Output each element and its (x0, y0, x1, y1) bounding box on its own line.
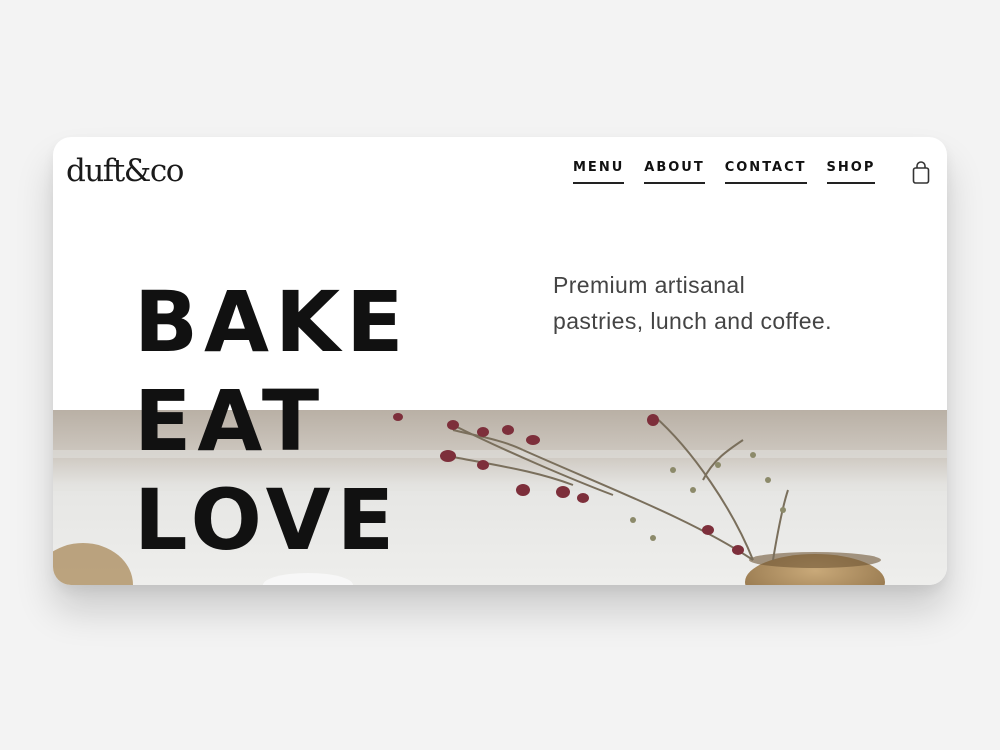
tagline-line-2: pastries, lunch and coffee. (553, 308, 832, 334)
brand-logo[interactable]: duft&co (66, 149, 184, 193)
hero-headline: BAKE EAT LOVE (134, 273, 410, 570)
hero-tagline: Premium artisanal pastries, lunch and co… (553, 267, 832, 339)
tagline-line-1: Premium artisanal (553, 272, 746, 298)
shopping-bag-icon[interactable] (911, 161, 931, 185)
nav-shop-link[interactable]: SHOP (826, 160, 876, 184)
nav-menu-link[interactable]: MENU (573, 160, 625, 184)
headline-line-love: LOVE (134, 471, 401, 569)
main-nav: MENU ABOUT CONTACT SHOP (573, 160, 895, 184)
website-card: duft&co MENU ABOUT CONTACT SHOP BAKE EAT… (53, 137, 947, 585)
nav-contact-link[interactable]: CONTACT (724, 160, 807, 184)
headline-line-eat: EAT (134, 372, 326, 470)
nav-about-link[interactable]: ABOUT (644, 160, 705, 184)
headline-line-bake: BAKE (134, 273, 410, 371)
